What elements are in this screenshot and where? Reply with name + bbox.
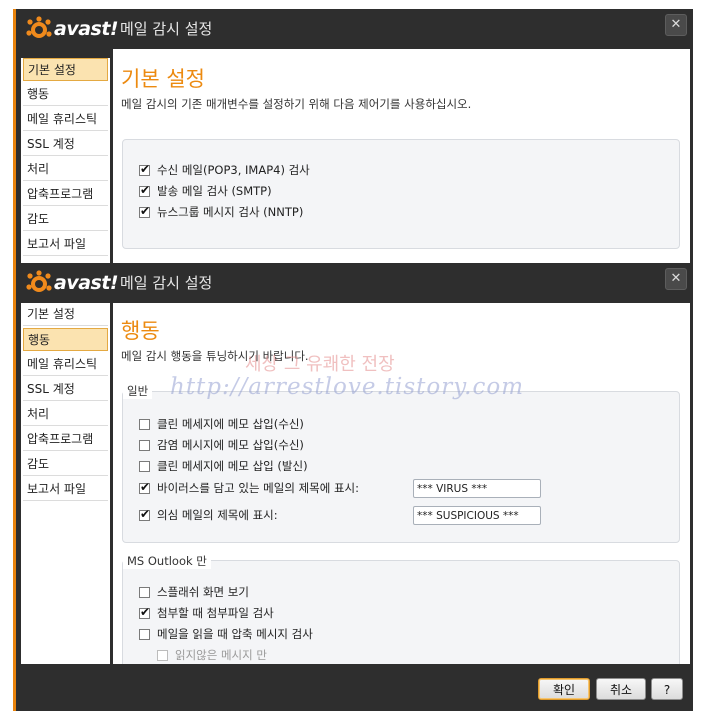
nav-item-report-file[interactable]: 보고서 파일 [23, 233, 108, 256]
option-label: 스플래쉬 화면 보기 [157, 585, 249, 599]
avast-logo-icon [26, 270, 52, 292]
general-group: 클린 메세지에 메모 삽입(수신) 감염 메시지에 메모 삽입(수신) 클린 메… [122, 391, 680, 543]
option-label: 첨부할 때 첨부파일 검사 [157, 606, 274, 620]
page-title: 행동 [121, 319, 160, 343]
brand-name: avast! [54, 272, 119, 294]
watermark-title: 세상 그 유쾌한 전장 [245, 354, 395, 375]
page-description: 메일 감시의 기존 매개변수를 설정하기 위해 다음 제어기를 사용하십시오. [121, 97, 472, 111]
nav-item-behavior[interactable]: 행동 [23, 83, 108, 106]
settings-nav: 기본 설정 행동 메일 휴리스틱 SSL 계정 처리 압축프로그램 감도 보고서… [21, 58, 110, 264]
option-mark-suspicious-subject[interactable]: 의심 메일의 제목에 표시: [139, 507, 278, 523]
virus-tag-input[interactable]: *** VIRUS *** [413, 479, 541, 498]
option-newsgroup[interactable]: 뉴스그룹 메시지 검사 (NNTP) [139, 204, 303, 220]
checkbox[interactable] [139, 162, 150, 176]
content-panel: 기본 설정 메일 감시의 기존 매개변수를 설정하기 위해 다음 제어기를 사용… [113, 49, 690, 264]
option-label: 바이러스를 담고 있는 메일의 제목에 표시: [157, 481, 360, 495]
option-label: 수신 메일(POP3, IMAP4) 검사 [157, 163, 310, 177]
nav-item-mail-heuristics[interactable]: 메일 휴리스틱 [23, 108, 108, 131]
outlook-group-label: MS Outlook 만 [123, 553, 211, 569]
close-button[interactable]: ✕ [665, 268, 687, 290]
option-note-infected-incoming[interactable]: 감염 메시지에 메모 삽입(수신) [139, 437, 304, 453]
dialog-footer: 확인 취소 ? [16, 669, 693, 711]
option-label: 뉴스그룹 메시지 검사 (NNTP) [157, 205, 304, 219]
title-bar[interactable]: avast! 메일 감시 설정 ✕ [16, 263, 693, 301]
option-note-clean-outgoing[interactable]: 클린 메세지에 메모 삽입 (발신) [139, 458, 308, 474]
nav-item-behavior[interactable]: 행동 [23, 328, 108, 351]
option-label: 클린 메세지에 메모 삽입(수신) [157, 417, 304, 431]
option-splash-screen[interactable]: 스플래쉬 화면 보기 [139, 584, 249, 600]
avast-logo: avast! [26, 270, 119, 296]
option-note-clean-incoming[interactable]: 클린 메세지에 메모 삽입(수신) [139, 416, 304, 432]
option-unread-only: 읽지않은 메시지 만 [157, 647, 267, 663]
title-bar[interactable]: avast! 메일 감시 설정 ✕ [16, 9, 693, 47]
checkbox[interactable] [139, 628, 150, 640]
nav-item-basic-settings[interactable]: 기본 설정 [23, 303, 108, 326]
close-button[interactable]: ✕ [665, 14, 687, 36]
option-label: 의심 메일의 제목에 표시: [157, 508, 278, 522]
suspicious-tag-input[interactable]: *** SUSPICIOUS *** [413, 506, 541, 525]
checkbox[interactable] [139, 605, 150, 619]
content-panel: 행동 메일 감시 행동을 튜닝하시기 바랍니다. 클린 메세지에 메모 삽입(수… [113, 303, 690, 664]
nav-item-sensitivity[interactable]: 감도 [23, 208, 108, 231]
checkbox[interactable] [139, 480, 150, 494]
settings-nav: 기본 설정 행동 메일 휴리스틱 SSL 계정 처리 압축프로그램 감도 보고서… [21, 303, 110, 664]
cancel-button[interactable]: 취소 [596, 678, 646, 700]
option-label: 메일을 읽을 때 압축 메시지 검사 [157, 627, 313, 641]
outlook-group: 스플래쉬 화면 보기 첨부할 때 첨부파일 검사 메일을 읽을 때 압축 메시지… [122, 560, 680, 664]
nav-item-mail-heuristics[interactable]: 메일 휴리스틱 [23, 353, 108, 376]
option-outgoing-mail[interactable]: 발송 메일 검사 (SMTP) [139, 183, 272, 199]
checkbox[interactable] [139, 439, 150, 451]
nav-item-report-file[interactable]: 보고서 파일 [23, 478, 108, 501]
checkbox[interactable] [139, 460, 150, 472]
checkbox[interactable] [139, 507, 150, 521]
checkbox [157, 649, 168, 661]
checkbox[interactable] [139, 586, 150, 598]
option-label: 감염 메시지에 메모 삽입(수신) [157, 438, 304, 452]
watermark-url: http://arrestlove.tistory.com [170, 374, 525, 400]
checkbox[interactable] [139, 183, 150, 197]
settings-window-basic: avast! 메일 감시 설정 ✕ 기본 설정 행동 메일 휴리스틱 SSL 계… [13, 9, 693, 264]
option-mark-virus-subject[interactable]: 바이러스를 담고 있는 메일의 제목에 표시: [139, 480, 359, 496]
help-button[interactable]: ? [651, 678, 683, 700]
ok-button[interactable]: 확인 [538, 678, 590, 700]
window-title: 메일 감시 설정 [120, 20, 213, 38]
nav-item-ssl-accounts[interactable]: SSL 계정 [23, 133, 108, 156]
nav-item-sensitivity[interactable]: 감도 [23, 453, 108, 476]
checkbox[interactable] [139, 418, 150, 430]
brand-name: avast! [54, 18, 119, 40]
option-label: 발송 메일 검사 (SMTP) [157, 184, 272, 198]
option-label: 읽지않은 메시지 만 [175, 648, 267, 662]
option-scan-archived-on-read[interactable]: 메일을 읽을 때 압축 메시지 검사 [139, 626, 313, 642]
nav-item-actions[interactable]: 처리 [23, 158, 108, 181]
page-title: 기본 설정 [121, 67, 205, 91]
avast-logo-icon [26, 16, 52, 38]
nav-item-ssl-accounts[interactable]: SSL 계정 [23, 378, 108, 401]
option-label: 클린 메세지에 메모 삽입 (발신) [157, 459, 308, 473]
nav-item-basic-settings[interactable]: 기본 설정 [23, 58, 108, 81]
option-scan-attachments[interactable]: 첨부할 때 첨부파일 검사 [139, 605, 274, 621]
nav-item-packers[interactable]: 압축프로그램 [23, 428, 108, 451]
scan-options-group: 수신 메일(POP3, IMAP4) 검사 발송 메일 검사 (SMTP) 뉴스… [122, 139, 680, 249]
window-title: 메일 감시 설정 [120, 274, 213, 292]
settings-window-behavior: avast! 메일 감시 설정 ✕ 기본 설정 행동 메일 휴리스틱 SSL 계… [13, 263, 693, 711]
option-incoming-mail[interactable]: 수신 메일(POP3, IMAP4) 검사 [139, 162, 310, 178]
avast-logo: avast! [26, 16, 119, 42]
nav-item-actions[interactable]: 처리 [23, 403, 108, 426]
general-group-label: 일반 [123, 383, 153, 399]
checkbox[interactable] [139, 204, 150, 218]
nav-item-packers[interactable]: 압축프로그램 [23, 183, 108, 206]
